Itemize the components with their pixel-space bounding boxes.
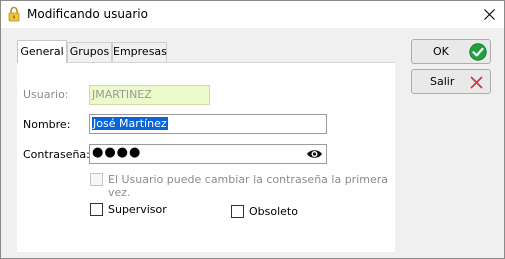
- cambiar-contrasena-checkbox[interactable]: [90, 173, 103, 186]
- obsoleto-label: Obsoleto: [249, 205, 298, 218]
- cancel-x-icon: [470, 76, 483, 89]
- window-title: Modificando usuario: [27, 7, 148, 21]
- nombre-value: José Martínez: [92, 117, 168, 130]
- usuario-field[interactable]: JMARTINEZ: [89, 85, 210, 105]
- supervisor-label: Supervisor: [108, 203, 167, 216]
- title-bar: Modificando usuario: [1, 1, 504, 28]
- salir-button[interactable]: Salir: [411, 69, 491, 94]
- contrasena-field[interactable]: ●●●●: [89, 144, 327, 164]
- supervisor-checkbox[interactable]: [90, 203, 103, 216]
- dialog-window: Modificando usuario General Grupos Empre…: [0, 0, 505, 259]
- tab-label: Grupos: [69, 45, 110, 58]
- lock-icon: [8, 6, 20, 22]
- cambiar-contrasena-label: El Usuario puede cambiar la contraseña l…: [108, 173, 389, 199]
- checkmark-icon: [469, 43, 487, 61]
- close-button[interactable]: [474, 1, 504, 28]
- tab-general[interactable]: General: [17, 40, 67, 63]
- usuario-label: Usuario:: [23, 88, 69, 101]
- tab-label: Empresas: [113, 45, 167, 58]
- ok-button[interactable]: OK: [411, 39, 491, 64]
- ok-button-label: OK: [433, 45, 449, 58]
- usuario-value: JMARTINEZ: [92, 88, 152, 101]
- nombre-label: Nombre:: [23, 118, 71, 131]
- obsoleto-checkbox[interactable]: [231, 205, 244, 218]
- tab-grupos[interactable]: Grupos: [67, 42, 112, 62]
- close-icon: [483, 9, 495, 20]
- password-mask: ●●●●: [92, 145, 142, 160]
- eye-icon[interactable]: [306, 148, 323, 160]
- salir-button-label: Salir: [430, 75, 455, 88]
- tab-label: General: [20, 45, 64, 58]
- contrasena-label: Contraseña:: [23, 148, 90, 161]
- nombre-field[interactable]: José Martínez: [89, 114, 327, 134]
- tab-empresas[interactable]: Empresas: [112, 42, 167, 62]
- general-tab-panel: Usuario: JMARTINEZ Nombre: José Martínez…: [17, 62, 395, 252]
